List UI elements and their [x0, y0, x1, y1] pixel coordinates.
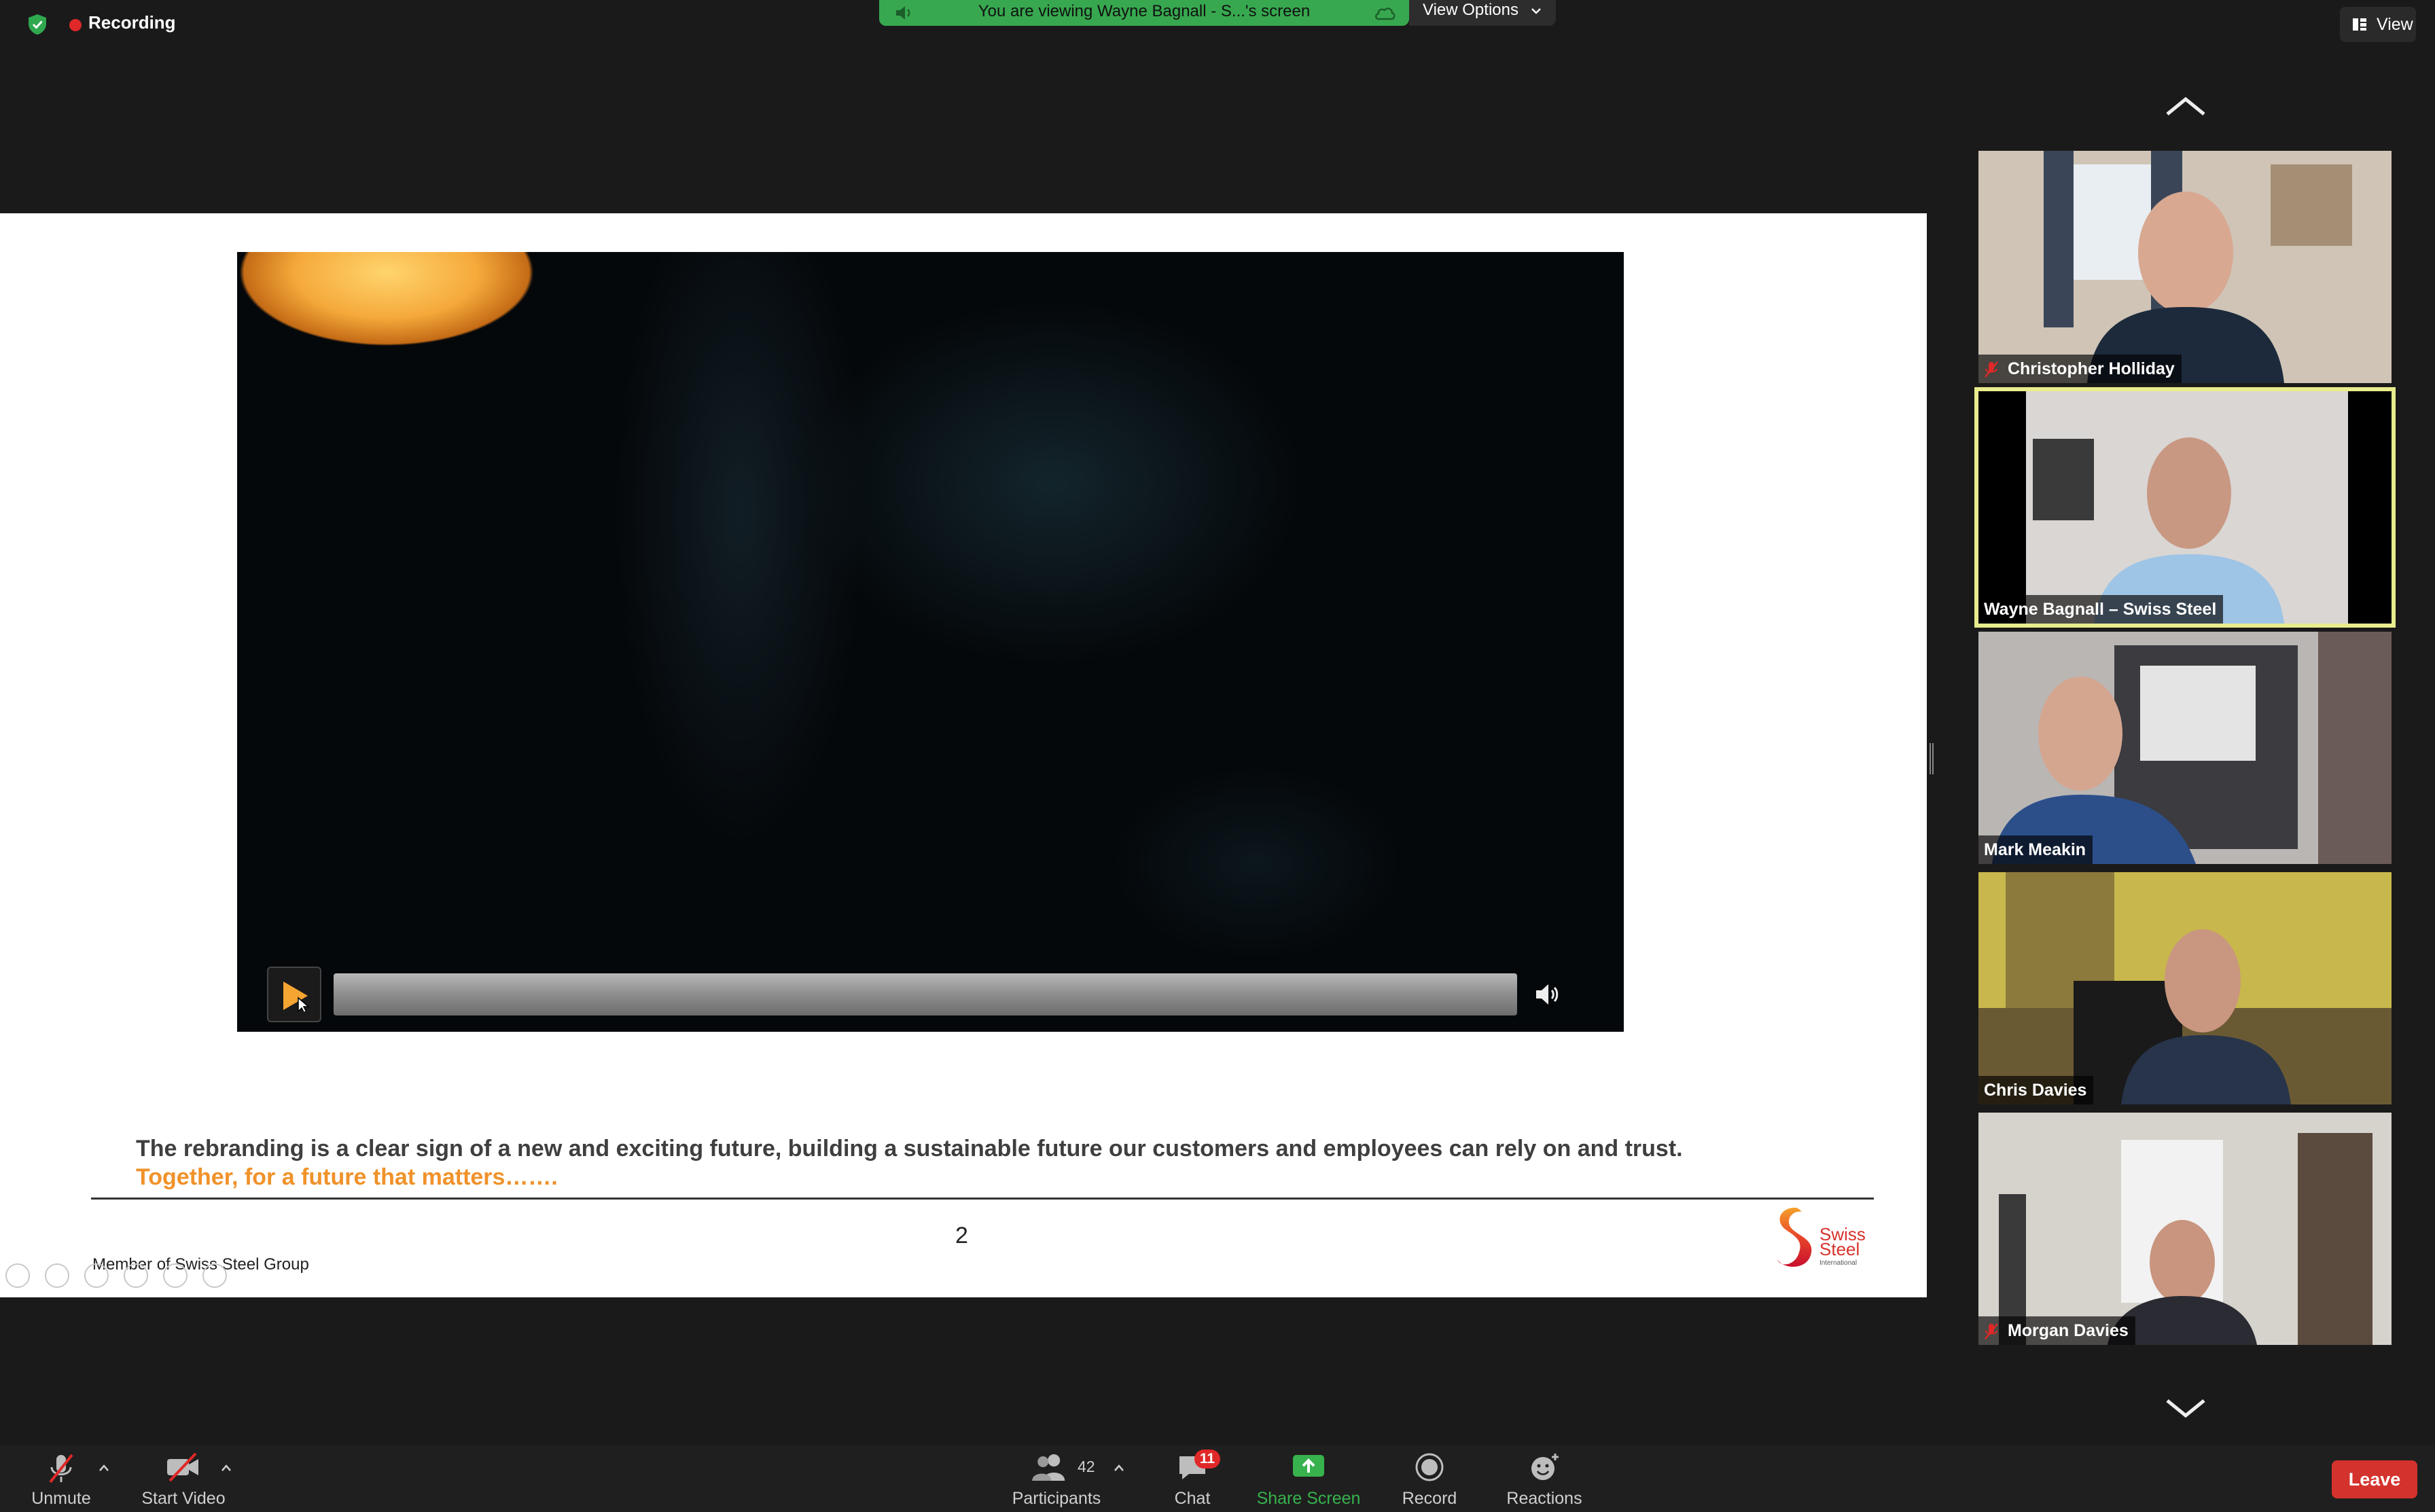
muted-mic-icon — [1985, 361, 1998, 378]
active-speaker-tile[interactable]: Wayne Bagnall – Swiss Steel — [1974, 387, 2396, 628]
share-screen-icon — [1293, 1455, 1324, 1477]
slide-caption-line2: Together, for a future that matters……. — [136, 1164, 558, 1190]
participant-video — [1978, 872, 2392, 1104]
chevron-down-icon — [1531, 8, 1541, 14]
participant-tile[interactable]: Mark Meakin — [1978, 632, 2392, 864]
security-shield-icon[interactable] — [27, 14, 48, 35]
reactions-label: Reactions — [1506, 1489, 1582, 1508]
shared-screen-slide: The rebranding is a clear sign of a new … — [0, 213, 1927, 1297]
gallery-scroll-down-icon[interactable] — [2165, 1398, 2207, 1420]
slide-divider — [91, 1198, 1874, 1200]
reactions-button[interactable]: Reactions — [1493, 1445, 1595, 1512]
muted-mic-icon — [49, 1454, 73, 1483]
participant-name-tag: Christopher Holliday — [1978, 355, 2182, 383]
participant-name-tag: Chris Davies — [1978, 1076, 2094, 1104]
view-options-label: View Options — [1423, 1, 1518, 19]
speaker-icon — [896, 6, 910, 20]
participants-options-chevron-icon[interactable] — [1113, 1463, 1125, 1473]
start-video-label: Start Video — [141, 1489, 226, 1508]
video-frame-flame — [237, 252, 550, 361]
svg-text:International: International — [1819, 1259, 1857, 1267]
record-label: Record — [1402, 1489, 1457, 1508]
participant-name: Morgan Davies — [2007, 1321, 2129, 1340]
layout-grid-icon — [2353, 18, 2366, 31]
participants-count: 42 — [1078, 1458, 1095, 1475]
slide-page-number: 2 — [955, 1223, 968, 1248]
chat-button[interactable]: 11 Chat — [1155, 1445, 1230, 1512]
audio-options-chevron-icon[interactable] — [98, 1463, 110, 1473]
participant-name: Christopher Holliday — [2007, 359, 2175, 378]
recording-dot-icon — [69, 19, 82, 31]
video-seek-bar[interactable] — [334, 973, 1517, 1015]
participant-tile[interactable]: Morgan Davies — [1978, 1113, 2392, 1345]
participant-tile[interactable]: Christopher Holliday — [1978, 151, 2392, 383]
participant-name-tag: Wayne Bagnall – Swiss Steel — [1978, 595, 2224, 624]
viewing-banner-text: You are viewing Wayne Bagnall - S...'s s… — [978, 2, 1311, 20]
view-button-label: View — [2377, 15, 2413, 34]
viewing-screen-banner: You are viewing Wayne Bagnall - S...'s s… — [879, 0, 1409, 26]
participant-tile[interactable]: Chris Davies — [1978, 872, 2392, 1104]
volume-icon[interactable] — [1532, 979, 1561, 1010]
play-icon — [283, 982, 310, 1011]
record-button[interactable]: Record — [1389, 1445, 1470, 1512]
annotation-tools[interactable] — [4, 1262, 228, 1289]
slide-caption-line1: The rebranding is a clear sign of a new … — [136, 1136, 1683, 1162]
panel-resize-handle[interactable] — [1930, 743, 1934, 774]
participant-name: Wayne Bagnall – Swiss Steel — [1984, 600, 2217, 619]
embedded-video-player[interactable] — [237, 252, 1624, 1032]
share-screen-button[interactable]: Share Screen — [1247, 1445, 1370, 1512]
gallery-scroll-up-icon[interactable] — [2165, 95, 2207, 117]
recording-label: Recording — [88, 12, 176, 33]
participant-video — [1978, 391, 2392, 624]
video-play-button[interactable] — [267, 967, 321, 1022]
meeting-toolbar: Unmute Start Video 42 Participants 11 Ch — [0, 1445, 2435, 1512]
video-options-chevron-icon[interactable] — [220, 1463, 232, 1473]
reactions-icon — [1531, 1454, 1559, 1480]
top-bar: Recording You are viewing Wayne Bagnall … — [0, 0, 2435, 49]
participant-video — [1978, 151, 2392, 383]
muted-mic-icon — [1985, 1323, 1998, 1340]
participants-button[interactable]: 42 Participants — [999, 1445, 1114, 1512]
view-layout-button[interactable]: View — [2340, 7, 2416, 42]
video-frame-background — [237, 252, 1624, 1032]
swiss-steel-logo: Swiss Steel International — [1777, 1208, 1866, 1267]
share-screen-label: Share Screen — [1256, 1489, 1361, 1508]
video-off-icon — [167, 1452, 198, 1482]
cloud-icon — [1375, 7, 1396, 20]
participants-label: Participants — [1012, 1489, 1101, 1508]
participant-name-tag: Morgan Davies — [1978, 1316, 2135, 1345]
video-control-bar — [267, 967, 1595, 1022]
start-video-button[interactable]: Start Video — [129, 1445, 238, 1512]
view-options-dropdown[interactable]: View Options — [1409, 0, 1556, 26]
chat-label: Chat — [1174, 1489, 1211, 1508]
participant-name: Chris Davies — [1984, 1081, 2087, 1100]
record-icon — [1415, 1453, 1444, 1481]
participant-video — [1978, 1113, 2392, 1345]
chat-unread-badge: 11 — [1194, 1450, 1220, 1469]
participant-name: Mark Meakin — [1984, 840, 2086, 859]
svg-text:Steel: Steel — [1819, 1239, 1860, 1259]
participant-video — [1978, 632, 2392, 864]
unmute-label: Unmute — [31, 1489, 91, 1508]
participants-icon — [1032, 1454, 1065, 1481]
unmute-button[interactable]: Unmute — [14, 1445, 109, 1512]
participant-name-tag: Mark Meakin — [1978, 835, 2093, 864]
leave-meeting-button[interactable]: Leave — [2332, 1460, 2417, 1498]
